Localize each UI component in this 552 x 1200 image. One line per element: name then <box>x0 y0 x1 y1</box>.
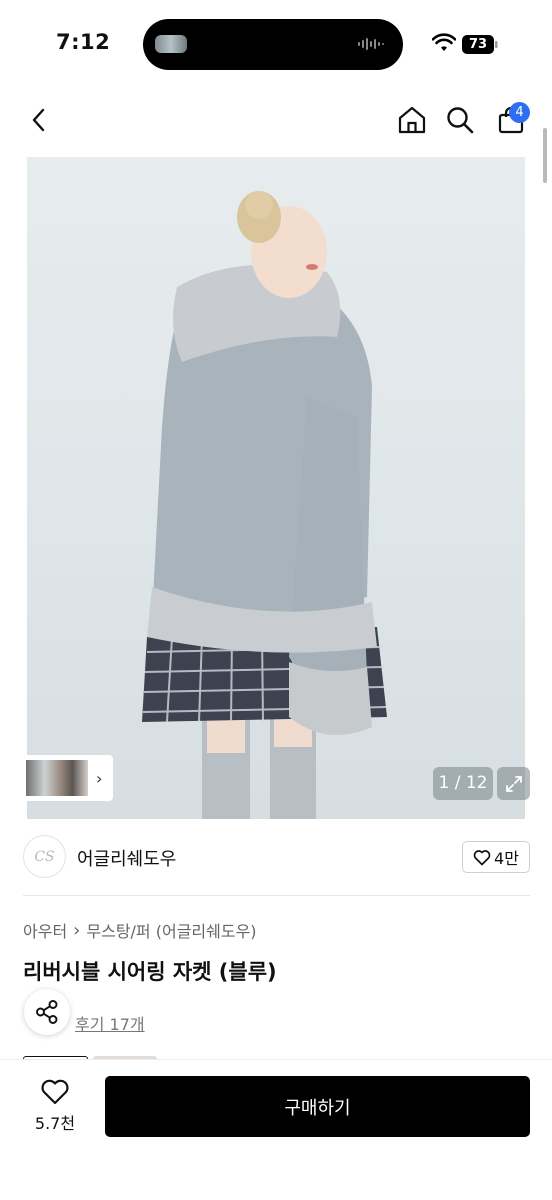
chevron-right-icon: › <box>96 768 103 788</box>
chevron-left-icon <box>32 108 45 132</box>
audio-waveform-icon <box>358 38 384 50</box>
breadcrumb: 아우터 › 무스탕/퍼 (어글리쉐도우) <box>23 918 257 942</box>
review-link[interactable]: 후기 17개 <box>75 1011 145 1035</box>
product-photo <box>142 191 387 819</box>
heart-icon <box>473 849 491 865</box>
fullscreen-button[interactable] <box>497 767 530 800</box>
back-button[interactable] <box>22 103 56 137</box>
wishlist-button[interactable]: 5.7천 <box>25 1078 85 1134</box>
brand-like-button[interactable]: 4만 <box>462 841 530 873</box>
chevron-right-icon: › <box>73 919 81 941</box>
scroll-indicator <box>543 128 547 183</box>
breadcrumb-item-outer[interactable]: 아우터 <box>23 918 67 942</box>
wifi-icon <box>432 33 456 51</box>
home-icon <box>398 106 426 134</box>
divider <box>23 895 530 896</box>
expand-icon <box>505 775 522 792</box>
status-time: 7:12 <box>56 30 111 54</box>
brand-like-count: 4만 <box>494 849 519 868</box>
home-button[interactable] <box>395 103 429 137</box>
brand-logo[interactable]: CS <box>23 835 66 878</box>
thumbnail-strip[interactable]: › <box>23 755 113 801</box>
thumbnail-image[interactable] <box>26 760 88 796</box>
share-icon <box>36 1000 58 1024</box>
image-counter: 1 / 12 <box>433 767 493 800</box>
cart-count-badge: 4 <box>509 102 530 123</box>
breadcrumb-item-category[interactable]: 무스탕/퍼 (어글리쉐도우) <box>86 918 256 942</box>
battery-level: 73 <box>468 37 488 52</box>
top-nav-bar <box>0 95 552 151</box>
now-playing-artwork <box>155 35 187 53</box>
dynamic-island <box>143 19 403 70</box>
share-button[interactable] <box>24 989 70 1035</box>
product-image[interactable] <box>27 157 525 819</box>
search-icon <box>447 107 474 134</box>
brand-name[interactable]: 어글리쉐도우 <box>77 845 176 871</box>
wishlist-count: 5.7천 <box>34 1114 76 1133</box>
buy-button[interactable]: 구매하기 <box>105 1076 530 1137</box>
heart-icon <box>41 1079 69 1105</box>
search-button[interactable] <box>443 103 477 137</box>
status-bar: 7:12 73 <box>0 0 552 90</box>
battery-icon: 73 <box>462 35 498 54</box>
product-title: 리버시블 시어링 자켓 (블루) <box>23 960 277 984</box>
